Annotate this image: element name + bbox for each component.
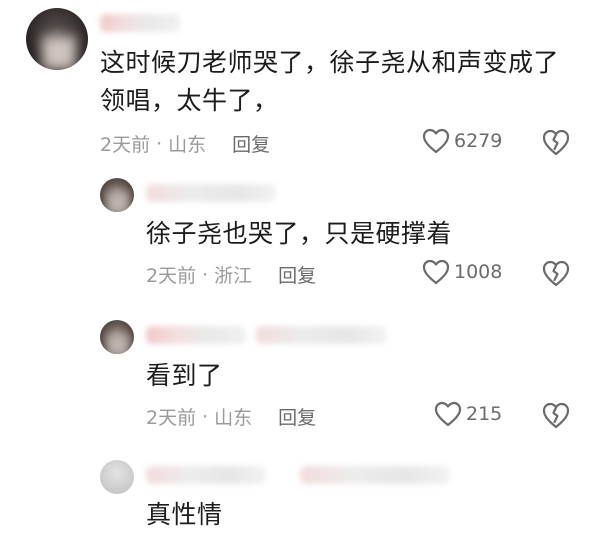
heart-outline-icon — [422, 259, 450, 285]
like-count: 1008 — [454, 261, 503, 283]
avatar[interactable] — [100, 320, 134, 354]
comment-text-line: 这时候刀老师哭了，徐子尧从和声变成了 — [100, 48, 560, 77]
username-blurred[interactable] — [146, 184, 276, 202]
comment-time: 2天前 — [146, 265, 197, 287]
username-blurred[interactable] — [146, 326, 246, 344]
username-blurred[interactable] — [146, 466, 266, 484]
comment-time: 2天前 — [100, 134, 151, 156]
comment-3: 看到了 2天前 · 山东 回复 215 — [0, 312, 600, 442]
comment-time: 2天前 — [146, 407, 197, 429]
broken-heart-icon[interactable] — [541, 259, 571, 287]
comment-meta: 2天前 · 山东 回复 — [146, 403, 316, 430]
separator-dot: · — [156, 132, 163, 155]
reply-button[interactable]: 回复 — [278, 261, 316, 288]
comment-text-line: 徐子尧也哭了，只是硬撑着 — [146, 219, 453, 248]
comment-meta: 2天前 · 浙江 回复 — [146, 261, 316, 288]
heart-outline-icon — [422, 128, 450, 154]
like-count: 6279 — [454, 130, 503, 152]
username-blurred-extra — [300, 466, 450, 484]
comment-location: 山东 — [214, 407, 253, 429]
broken-heart-icon[interactable] — [541, 401, 571, 429]
reply-button[interactable]: 回复 — [278, 403, 316, 430]
reply-button[interactable]: 回复 — [232, 130, 270, 157]
broken-heart-icon[interactable] — [541, 128, 571, 156]
comment-2: 徐子尧也哭了，只是硬撑着 2天前 · 浙江 回复 1008 — [0, 170, 600, 300]
comment-4: 真性情 — [0, 452, 600, 529]
comment-text: 真性情 — [146, 496, 223, 534]
separator-dot: · — [202, 405, 209, 428]
comment-text: 看到了 — [146, 357, 223, 395]
comment-text-line: 真性情 — [146, 500, 223, 529]
like-button[interactable]: 6279 — [422, 128, 502, 154]
comment-text: 徐子尧也哭了，只是硬撑着 — [146, 215, 452, 253]
username-blurred[interactable] — [100, 14, 180, 32]
avatar[interactable] — [100, 178, 134, 212]
comment-text: 这时候刀老师哭了，徐子尧从和声变成了 领唱，太牛了， — [100, 44, 559, 120]
comment-text-line: 看到了 — [146, 361, 223, 390]
like-button[interactable]: 1008 — [422, 259, 502, 285]
heart-outline-icon — [434, 401, 462, 427]
username-blurred-extra — [256, 326, 386, 344]
like-button[interactable]: 215 — [434, 401, 502, 427]
avatar[interactable] — [26, 8, 88, 70]
avatar[interactable] — [100, 460, 134, 494]
comment-1: 这时候刀老师哭了，徐子尧从和声变成了 领唱，太牛了， 2天前 · 山东 回复 6… — [0, 0, 600, 160]
comment-text-line: 领唱，太牛了， — [100, 86, 279, 115]
comment-location: 山东 — [168, 134, 207, 156]
separator-dot: · — [202, 263, 209, 286]
like-count: 215 — [466, 403, 503, 425]
comment-location: 浙江 — [214, 265, 253, 287]
comment-meta: 2天前 · 山东 回复 — [100, 130, 270, 157]
